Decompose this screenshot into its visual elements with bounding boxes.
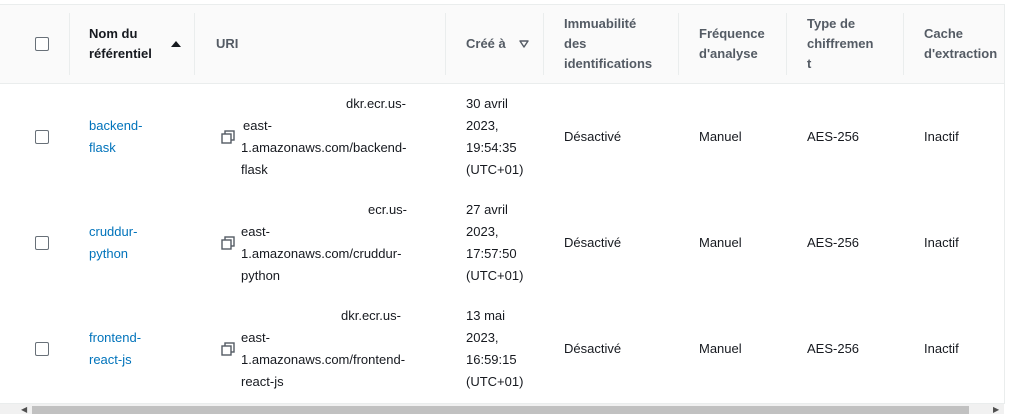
- caret-down-icon[interactable]: [519, 40, 529, 48]
- created-at: 13 mai 2023, 16:59:15 (UTC+01): [466, 296, 523, 402]
- table-row: frontend- react-js dkr.ecr.us- east- 1.a…: [0, 296, 1004, 404]
- select-all-checkbox[interactable]: [35, 37, 49, 51]
- created-line3: 19:54:35: [466, 140, 517, 155]
- pull-cache-value: Inactif: [924, 235, 959, 250]
- column-divider: [445, 13, 446, 75]
- encryption-value: AES-256: [807, 129, 860, 144]
- col-encryption-line1: Type de: [807, 16, 856, 31]
- repo-name-link[interactable]: frontend- react-js: [89, 296, 141, 402]
- created-line1: 30 avril: [466, 96, 508, 111]
- scrollbar-thumb[interactable]: [32, 406, 969, 414]
- horizontal-scrollbar[interactable]: ◀ ▶: [0, 404, 1004, 414]
- col-scan-line1: Fréquence: [699, 26, 765, 41]
- row-checkbox[interactable]: [35, 130, 49, 144]
- col-cache-line2: d'extraction: [924, 46, 998, 61]
- scan-frequency-value: Manuel: [699, 129, 742, 144]
- repo-name-line1: cruddur-: [89, 224, 138, 239]
- scan-frequency-value: Manuel: [699, 235, 742, 250]
- created-at: 27 avril 2023, 17:57:50 (UTC+01): [466, 190, 523, 296]
- repo-name-line1: frontend-: [89, 330, 142, 345]
- repo-name-link[interactable]: backend- flask: [89, 84, 142, 190]
- col-scan-line2: d'analyse: [699, 46, 758, 61]
- column-divider: [543, 13, 544, 75]
- caret-up-icon[interactable]: [171, 41, 181, 47]
- column-divider: [903, 13, 904, 75]
- repo-name-line2: python: [89, 246, 129, 261]
- arrow-right-icon[interactable]: ▶: [993, 405, 999, 414]
- uri-line1: dkr.ecr.us-: [341, 308, 401, 323]
- immutability-value: Désactivé: [564, 341, 622, 356]
- copy-icon[interactable]: [221, 342, 235, 356]
- column-divider: [69, 13, 70, 75]
- repo-uri: dkr.ecr.us- east- 1.amazonaws.com/backen…: [241, 84, 436, 190]
- column-divider: [194, 13, 195, 75]
- column-divider: [786, 13, 787, 75]
- col-uri[interactable]: URI: [216, 5, 238, 83]
- scan-frequency-value: Manuel: [699, 341, 742, 356]
- col-created-label: Créé à: [466, 36, 506, 51]
- uri-line4: react-js: [241, 374, 284, 389]
- created-line1: 13 mai: [466, 308, 506, 323]
- col-scan-frequency[interactable]: Fréquence d'analyse: [699, 5, 765, 83]
- repo-name-line2: react-js: [89, 352, 132, 367]
- col-immutability-line3: identifications: [564, 56, 653, 71]
- created-line4: (UTC+01): [466, 374, 524, 389]
- uri-line2: east-: [243, 118, 272, 133]
- repo-name-line2: flask: [89, 140, 116, 155]
- uri-line1: dkr.ecr.us-: [346, 96, 406, 111]
- encryption-value: AES-256: [807, 235, 860, 250]
- col-pull-cache[interactable]: Cache d'extraction: [924, 5, 1004, 83]
- col-immutability[interactable]: Immuabilité des identifications: [564, 5, 652, 83]
- uri-line3: 1.amazonaws.com/backend-: [241, 140, 407, 155]
- created-line4: (UTC+01): [466, 162, 524, 177]
- col-encryption-line3: t: [807, 56, 812, 71]
- uri-line1: ecr.us-: [368, 202, 408, 217]
- col-uri-label: URI: [216, 36, 239, 51]
- column-divider: [678, 13, 679, 75]
- col-repo-name-line2: référentiel: [89, 46, 152, 61]
- uri-line4: python: [241, 268, 281, 283]
- uri-line4: flask: [241, 162, 268, 177]
- col-encryption-line2: chiffremen: [807, 36, 874, 51]
- immutability-value: Désactivé: [564, 129, 622, 144]
- created-at: 30 avril 2023, 19:54:35 (UTC+01): [466, 84, 523, 190]
- encryption-value: AES-256: [807, 341, 860, 356]
- pull-cache-value: Inactif: [924, 129, 959, 144]
- created-line3: 17:57:50: [466, 246, 517, 261]
- uri-line2: east-: [241, 224, 270, 239]
- created-line1: 27 avril: [466, 202, 508, 217]
- repo-uri: dkr.ecr.us- east- 1.amazonaws.com/fronte…: [241, 296, 436, 402]
- col-repo-name-line1: Nom du: [89, 26, 138, 41]
- repo-uri: ecr.us- east- 1.amazonaws.com/cruddur- p…: [241, 190, 436, 296]
- col-created[interactable]: Créé à: [466, 5, 506, 83]
- uri-line2: east-: [241, 330, 270, 345]
- copy-icon[interactable]: [221, 130, 235, 144]
- col-encryption[interactable]: Type de chiffremen t: [807, 5, 873, 83]
- table-header: Nom du référentiel URI Créé à Immuabilit…: [0, 5, 1004, 84]
- repo-name-link[interactable]: cruddur- python: [89, 190, 137, 296]
- col-immutability-line2: des: [564, 36, 587, 51]
- col-cache-line1: Cache: [924, 26, 964, 41]
- created-line4: (UTC+01): [466, 268, 524, 283]
- table-row: cruddur- python ecr.us- east- 1.amazonaw…: [0, 190, 1004, 297]
- created-line3: 16:59:15: [466, 352, 517, 367]
- created-line2: 2023,: [466, 224, 499, 239]
- row-checkbox[interactable]: [35, 236, 49, 250]
- created-line2: 2023,: [466, 330, 499, 345]
- uri-line3: 1.amazonaws.com/frontend-: [241, 352, 406, 367]
- created-line2: 2023,: [466, 118, 499, 133]
- immutability-value: Désactivé: [564, 235, 622, 250]
- pull-cache-value: Inactif: [924, 341, 959, 356]
- arrow-left-icon[interactable]: ◀: [21, 405, 27, 414]
- table-right-border: [1004, 4, 1005, 404]
- copy-icon[interactable]: [221, 236, 235, 250]
- repositories-table: Nom du référentiel URI Créé à Immuabilit…: [0, 0, 1018, 414]
- table-row: backend- flask dkr.ecr.us- east- 1.amazo…: [0, 84, 1004, 191]
- repo-name-line1: backend-: [89, 118, 143, 133]
- uri-line3: 1.amazonaws.com/cruddur-: [241, 246, 402, 261]
- row-checkbox[interactable]: [35, 342, 49, 356]
- col-immutability-line1: Immuabilité: [564, 16, 637, 31]
